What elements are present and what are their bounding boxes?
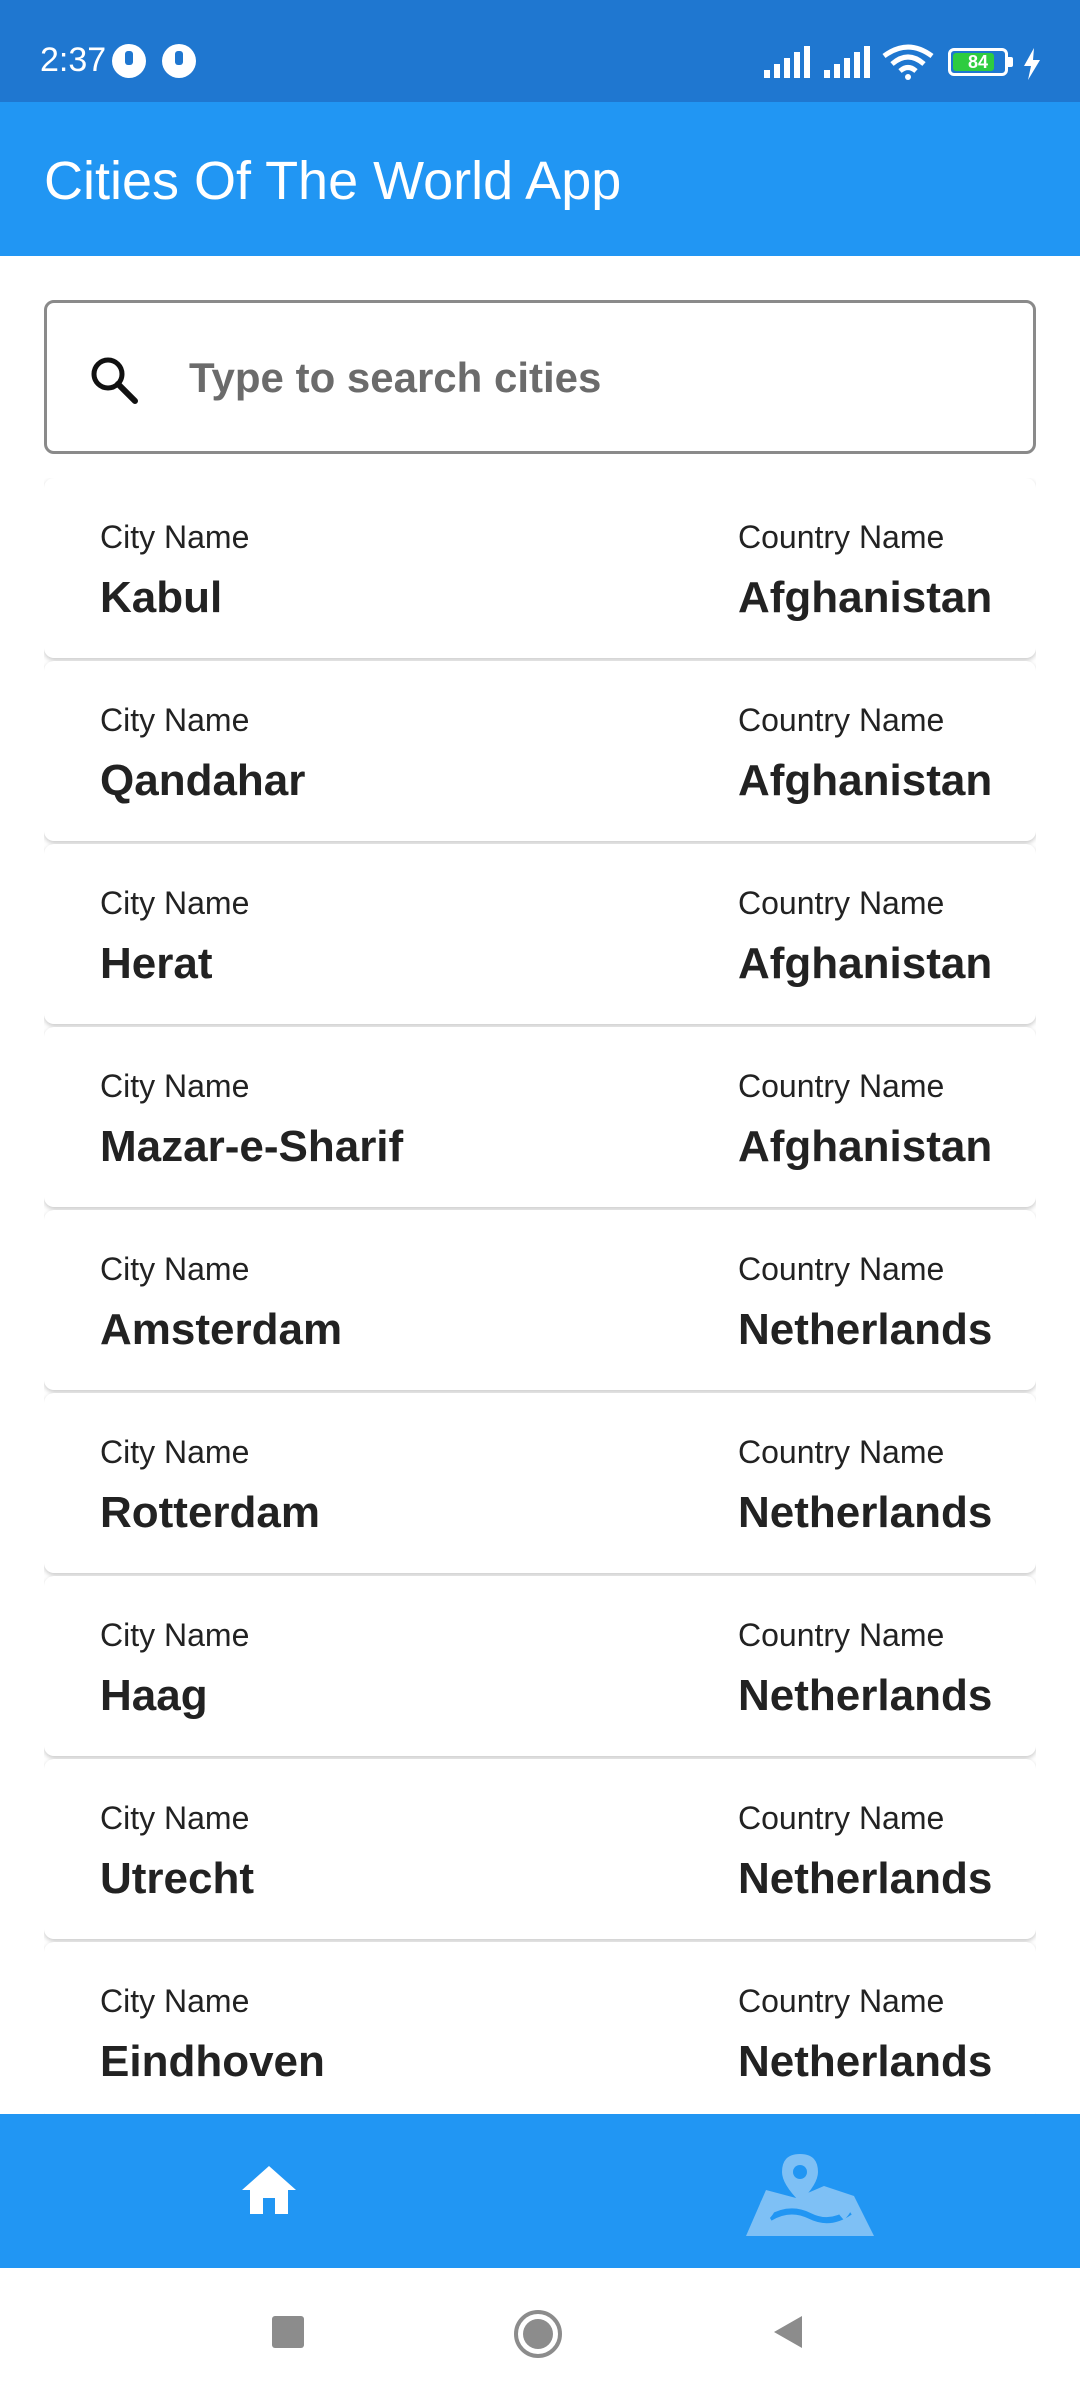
- city-name-value: Utrecht: [100, 1854, 255, 1903]
- city-card[interactable]: City Name Haag Country Name Netherlands: [44, 1576, 1036, 1756]
- wifi-icon: [882, 44, 934, 80]
- status-bar: 2:37 84: [0, 0, 1080, 102]
- city-name-label: City Name: [100, 1068, 250, 1104]
- country-name-label: Country Name: [738, 1068, 945, 1104]
- country-name-value: Netherlands: [738, 1488, 993, 1537]
- nav-home-tab[interactable]: [0, 2114, 540, 2268]
- system-navigation-bar: [0, 2268, 1080, 2400]
- nav-map-tab[interactable]: [540, 2114, 1080, 2268]
- search-box[interactable]: [44, 300, 1036, 454]
- city-name-label: City Name: [100, 519, 250, 555]
- home-button[interactable]: [512, 2308, 564, 2360]
- city-name-label: City Name: [100, 1617, 250, 1653]
- search-icon: [91, 357, 138, 404]
- country-name-label: Country Name: [738, 1251, 945, 1287]
- city-name-value: Herat: [100, 939, 213, 988]
- app-bar: Cities Of The World App: [0, 102, 1080, 256]
- city-name-label: City Name: [100, 1251, 250, 1287]
- city-card[interactable]: City Name Eindhoven Country Name Netherland…: [44, 1942, 1036, 2114]
- bottom-navigation: [0, 2114, 1080, 2268]
- city-card[interactable]: City Name Rotterdam Country Name Netherland…: [44, 1393, 1036, 1573]
- battery-icon: 84: [948, 48, 1013, 76]
- country-name-label: Country Name: [738, 1617, 945, 1653]
- charging-icon: [1024, 48, 1040, 80]
- search-input[interactable]: [187, 343, 987, 413]
- city-card[interactable]: City Name Kabul Country Name Afghanistan: [44, 478, 1036, 658]
- battery-level: 84: [967, 52, 989, 72]
- city-name-value: Mazar-e-Sharif: [100, 1122, 404, 1171]
- country-name-value: Netherlands: [738, 1671, 993, 1720]
- city-card[interactable]: City Name Herat Country Name Afghanistan: [44, 844, 1036, 1024]
- notification-icon: [112, 44, 146, 78]
- country-name-value: Netherlands: [738, 2037, 993, 2086]
- country-name-label: Country Name: [738, 1983, 945, 2019]
- home-icon: [242, 2166, 296, 2214]
- city-list[interactable]: City Name Kabul Country Name Afghanistan Cit…: [44, 478, 1036, 2114]
- country-name-value: Afghanistan: [738, 756, 993, 805]
- country-name-label: Country Name: [738, 702, 945, 738]
- country-name-value: Afghanistan: [738, 1122, 993, 1171]
- country-name-value: Afghanistan: [738, 939, 993, 988]
- country-name-value: Afghanistan: [738, 573, 993, 622]
- city-name-value: Eindhoven: [100, 2037, 325, 2086]
- country-name-label: Country Name: [738, 1434, 945, 1470]
- notification-icon: [162, 44, 196, 78]
- city-name-value: Kabul: [100, 573, 223, 622]
- city-name-label: City Name: [100, 702, 250, 738]
- recents-button[interactable]: [268, 2312, 308, 2352]
- signal-icon: [764, 46, 810, 78]
- status-time: 2:37: [40, 41, 107, 79]
- country-name-label: Country Name: [738, 1800, 945, 1836]
- country-name-value: Netherlands: [738, 1854, 993, 1903]
- city-card[interactable]: City Name Mazar-e-Sharif Country Name Afgha…: [44, 1027, 1036, 1207]
- map-icon: [746, 2154, 874, 2236]
- city-name-label: City Name: [100, 1434, 250, 1470]
- app-title: Cities Of The World App: [44, 151, 622, 211]
- city-name-value: Amsterdam: [100, 1305, 343, 1354]
- back-button[interactable]: [768, 2312, 808, 2352]
- city-card[interactable]: City Name Amsterdam Country Name Netherland…: [44, 1210, 1036, 1390]
- country-name-label: Country Name: [738, 519, 945, 555]
- city-card[interactable]: City Name Qandahar Country Name Afghanistan: [44, 661, 1036, 841]
- signal-icon: [824, 46, 870, 78]
- city-name-label: City Name: [100, 885, 250, 921]
- city-name-value: Haag: [100, 1671, 208, 1720]
- city-card[interactable]: City Name Utrecht Country Name Netherlands: [44, 1759, 1036, 1939]
- city-name-value: Qandahar: [100, 756, 306, 805]
- city-name-label: City Name: [100, 1983, 250, 2019]
- city-name-value: Rotterdam: [100, 1488, 321, 1537]
- city-name-label: City Name: [100, 1800, 250, 1836]
- battery-nub: [1008, 57, 1013, 67]
- country-name-label: Country Name: [738, 885, 945, 921]
- country-name-value: Netherlands: [738, 1305, 993, 1354]
